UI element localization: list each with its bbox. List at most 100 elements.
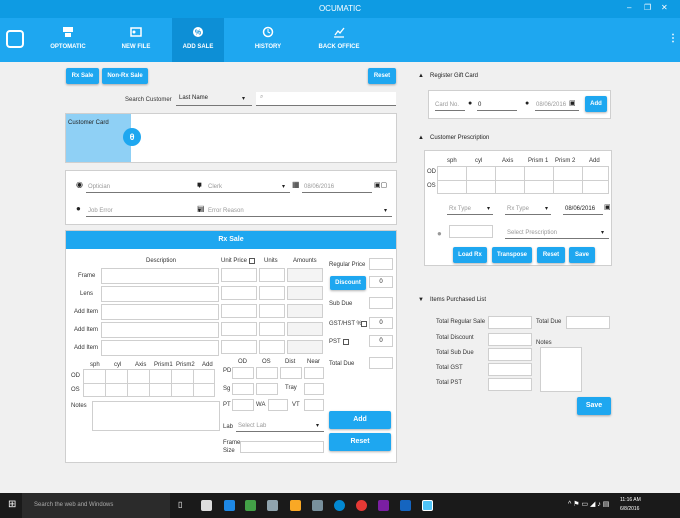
calendar-icon[interactable]: ▣ bbox=[604, 203, 611, 211]
discount-button[interactable]: Discount bbox=[330, 276, 366, 290]
gift-amount-field[interactable]: 0 bbox=[477, 100, 517, 111]
nav-history[interactable]: HISTORY bbox=[240, 18, 296, 62]
notes-textarea[interactable] bbox=[92, 401, 220, 431]
ocumatic-taskbar-icon[interactable] bbox=[422, 500, 433, 511]
sg-od-input[interactable] bbox=[232, 383, 254, 395]
presc-date-field[interactable]: 08/06/2016 bbox=[563, 203, 603, 215]
description-input[interactable] bbox=[101, 304, 219, 320]
date-picker-icon[interactable]: ▣▢ bbox=[374, 181, 387, 189]
description-input[interactable] bbox=[101, 322, 219, 338]
search-customer-label: Search Customer bbox=[125, 97, 172, 103]
prescription-grid-inputs[interactable] bbox=[437, 166, 609, 194]
units-input[interactable] bbox=[259, 304, 285, 318]
pd-near-input[interactable] bbox=[304, 367, 324, 379]
unit-price-input[interactable] bbox=[221, 286, 257, 300]
lab-label: Lab bbox=[223, 424, 234, 430]
non-rx-sale-button[interactable]: Non-Rx Sale bbox=[102, 68, 148, 84]
app-icon[interactable] bbox=[267, 500, 278, 511]
collapse-icon[interactable]: ▲ bbox=[418, 135, 424, 141]
purchase-notes-textarea[interactable] bbox=[540, 347, 582, 392]
sale-date-field[interactable]: 08/06/2016 bbox=[302, 181, 372, 193]
add-item-button[interactable]: Add bbox=[329, 411, 391, 429]
visual-studio-icon[interactable] bbox=[378, 500, 389, 511]
clerk-select[interactable]: Clerk ▾ bbox=[206, 181, 290, 193]
taskbar-search-box[interactable]: Search the web and Windows bbox=[22, 493, 170, 518]
add-gift-card-button[interactable]: Add bbox=[585, 96, 607, 112]
reset-rx-button[interactable]: Reset bbox=[329, 433, 391, 451]
units-input[interactable] bbox=[259, 340, 285, 354]
app-icon[interactable] bbox=[245, 500, 256, 511]
presc-grid-inputs[interactable] bbox=[83, 369, 215, 397]
units-input[interactable] bbox=[259, 286, 285, 300]
word-icon[interactable] bbox=[400, 500, 411, 511]
pd-od-input[interactable] bbox=[232, 367, 254, 379]
store-icon[interactable] bbox=[201, 500, 212, 511]
minimize-icon[interactable]: – bbox=[627, 3, 631, 12]
rx-type-select-2[interactable]: Rx Type ▾ bbox=[505, 203, 551, 215]
lab-select[interactable]: Select Lab ▾ bbox=[236, 420, 324, 432]
pt-input[interactable] bbox=[232, 399, 254, 411]
close-icon[interactable]: ✕ bbox=[661, 3, 668, 12]
search-input[interactable]: ⌕ bbox=[256, 92, 396, 106]
wa-input[interactable] bbox=[268, 399, 288, 411]
calendar-icon[interactable]: ▣ bbox=[569, 99, 576, 107]
customer-card-area[interactable]: Customer Card bbox=[66, 114, 131, 162]
save-prescription-button[interactable]: Save bbox=[569, 247, 595, 263]
gst-input[interactable]: 0 bbox=[369, 317, 393, 329]
task-view-icon[interactable]: ▯ bbox=[178, 500, 182, 509]
expand-icon[interactable]: ▼ bbox=[418, 297, 424, 303]
nav-add-sale[interactable]: % ADD SALE bbox=[172, 18, 224, 62]
optician-icon: ◉ bbox=[76, 180, 83, 189]
sg-os-input[interactable] bbox=[256, 383, 278, 395]
discount-input[interactable]: 0 bbox=[369, 276, 393, 288]
unit-price-checkbox[interactable] bbox=[249, 258, 255, 264]
description-input[interactable] bbox=[101, 268, 219, 284]
description-input[interactable] bbox=[101, 286, 219, 302]
job-error-select[interactable]: Job Error ▾ bbox=[86, 205, 206, 217]
nav-optomatic[interactable]: OPTOMATIC bbox=[40, 18, 96, 62]
total-sub-due-field bbox=[488, 348, 532, 361]
pd-dist-input[interactable] bbox=[280, 367, 302, 379]
select-prescription-select[interactable]: Select Prescription ▾ bbox=[505, 227, 609, 239]
unit-price-input[interactable] bbox=[221, 322, 257, 336]
system-tray-icons[interactable]: ^ ⚑ ▭ ◢ ♪ ▤ bbox=[568, 500, 609, 508]
nav-new-file[interactable]: NEW FILE bbox=[108, 18, 164, 62]
transpose-button[interactable]: Transpose bbox=[492, 247, 532, 263]
app-icon[interactable] bbox=[312, 500, 323, 511]
load-rx-button[interactable]: Load Rx bbox=[453, 247, 487, 263]
rx-sale-button[interactable]: Rx Sale bbox=[66, 68, 99, 84]
vt-input[interactable] bbox=[304, 399, 324, 411]
file-explorer-icon[interactable] bbox=[290, 500, 301, 511]
card-number-field[interactable]: Card No. bbox=[435, 100, 465, 111]
unit-price-input[interactable] bbox=[221, 304, 257, 318]
description-input[interactable] bbox=[101, 340, 219, 356]
maximize-icon[interactable]: ❐ bbox=[644, 3, 651, 12]
customer-avatar-icon[interactable]: θ bbox=[123, 128, 141, 146]
search-by-select[interactable]: Last Name ▾ bbox=[176, 92, 252, 106]
pst-checkbox[interactable] bbox=[343, 339, 349, 345]
od-label: OD bbox=[427, 169, 436, 175]
skype-icon[interactable] bbox=[334, 500, 345, 511]
reset-sale-button[interactable]: Reset bbox=[368, 68, 396, 84]
error-reason-select[interactable]: Error Reason ▾ bbox=[206, 205, 392, 217]
chrome-icon[interactable] bbox=[356, 500, 367, 511]
rx-type-select-1[interactable]: Rx Type ▾ bbox=[447, 203, 493, 215]
windows-start-icon[interactable]: ⊞ bbox=[8, 499, 16, 510]
gst-checkbox[interactable] bbox=[361, 321, 367, 327]
pst-input[interactable]: 0 bbox=[369, 335, 393, 347]
pd-os-input[interactable] bbox=[256, 367, 278, 379]
reset-prescription-button[interactable]: Reset bbox=[537, 247, 565, 263]
unit-price-input[interactable] bbox=[221, 268, 257, 282]
tray-input[interactable] bbox=[304, 383, 324, 395]
unit-price-input[interactable] bbox=[221, 340, 257, 354]
prescriber-input[interactable] bbox=[449, 225, 493, 238]
frame-size-input[interactable] bbox=[240, 441, 324, 453]
edge-icon[interactable] bbox=[224, 500, 235, 511]
nav-back-office[interactable]: BACK OFFICE bbox=[308, 18, 370, 62]
save-purchase-button[interactable]: Save bbox=[577, 397, 611, 415]
units-input[interactable] bbox=[259, 322, 285, 336]
optician-select[interactable]: Optician ▾ bbox=[86, 181, 206, 193]
units-input[interactable] bbox=[259, 268, 285, 282]
collapse-icon[interactable]: ▲ bbox=[418, 73, 424, 79]
more-menu-icon[interactable]: ⋮ bbox=[668, 33, 678, 44]
